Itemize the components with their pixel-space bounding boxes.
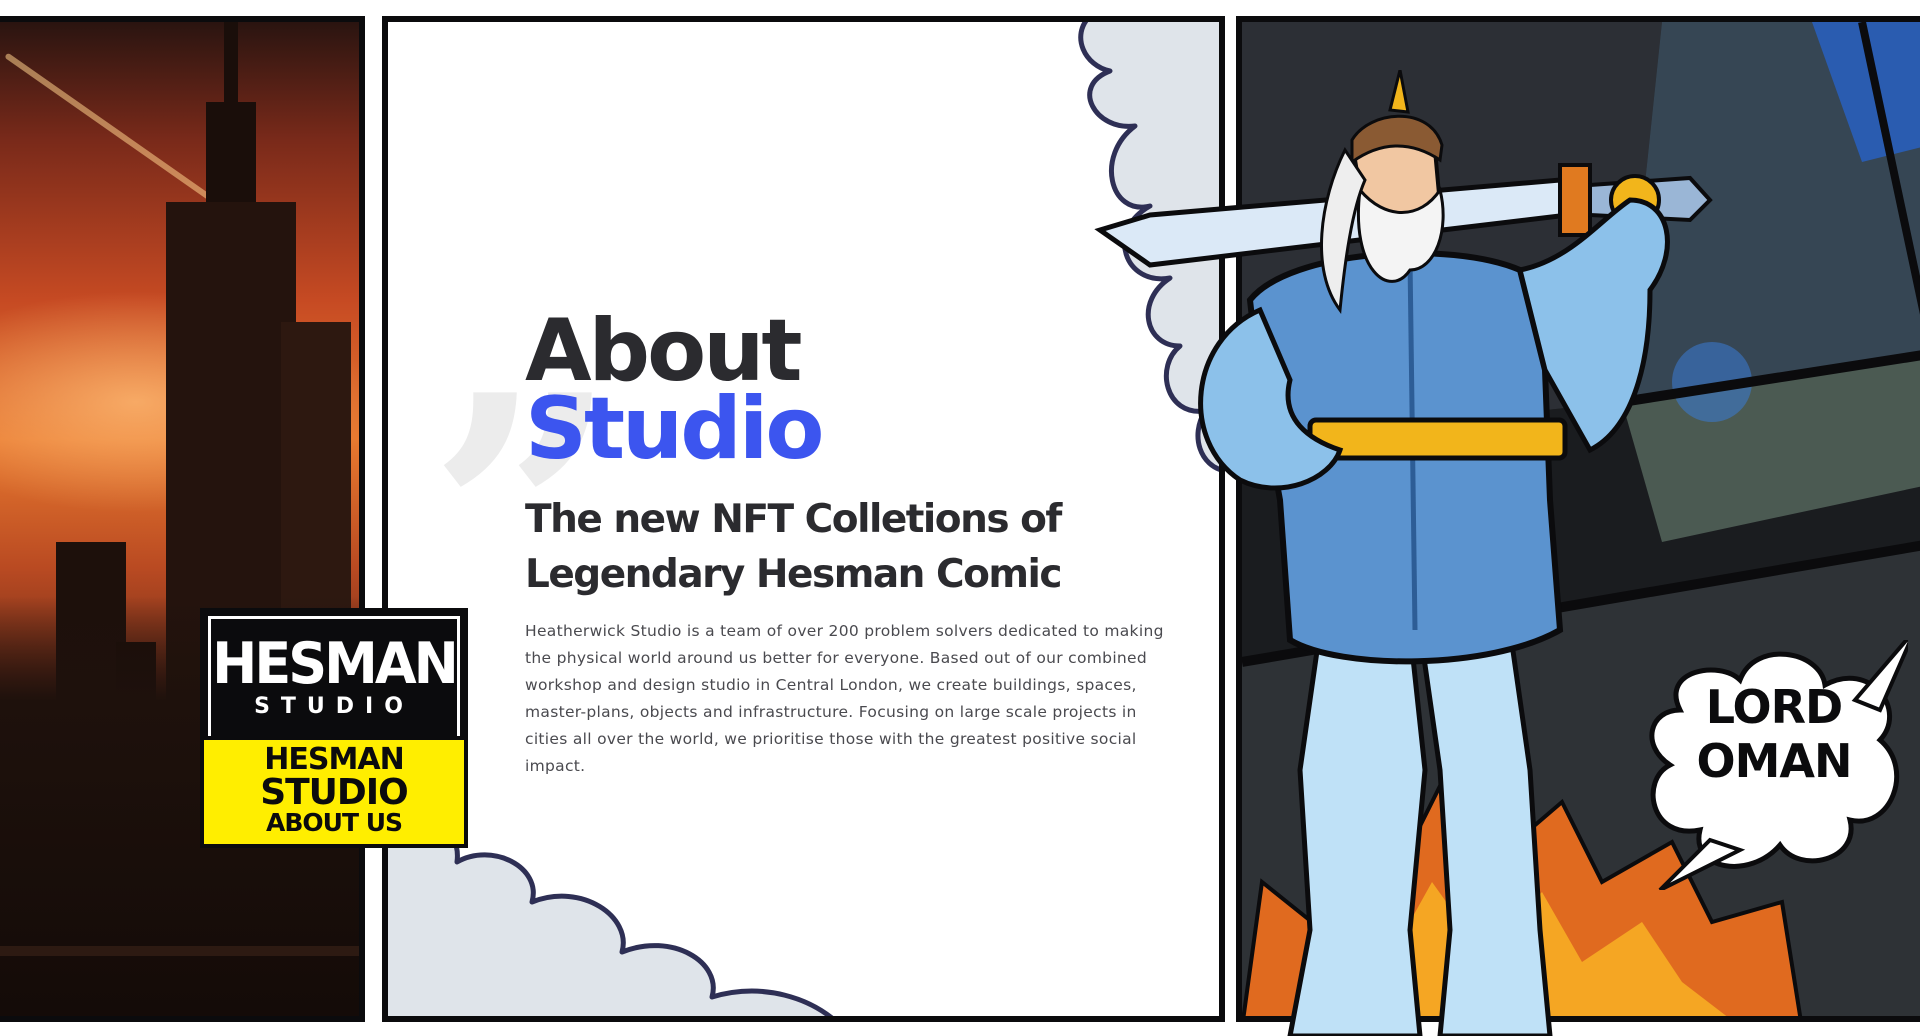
- badge-line2: STUDIO: [260, 772, 409, 813]
- speech-line2: OMAN: [1696, 734, 1853, 788]
- walkway: [0, 946, 359, 956]
- about-subtitle: The new NFT Colletions of Legendary Hesm…: [525, 497, 1063, 597]
- logo-wordmark: HESMAN: [212, 630, 459, 697]
- speech-bubble: LORD OMAN: [1640, 640, 1908, 890]
- studio-logo-badge: HESMAN STUDIO HESMAN STUDIO ABOUT US: [200, 608, 468, 848]
- logo-dark-block: HESMAN STUDIO: [208, 616, 460, 740]
- about-title: About Studio: [525, 308, 824, 479]
- hero-character-illustration: [1094, 70, 1713, 1036]
- badge-line3: ABOUT US: [265, 808, 403, 837]
- about-description: Heatherwick Studio is a team of over 200…: [525, 622, 1164, 775]
- city-illustration-panel: [0, 16, 365, 1022]
- speech-text: LORD OMAN: [1640, 680, 1908, 788]
- logo-subword: STUDIO: [254, 694, 414, 719]
- logo-yellow-block: HESMAN STUDIO ABOUT US: [204, 736, 464, 844]
- spire-tip: [224, 22, 238, 142]
- speech-line1: LORD: [1705, 680, 1843, 734]
- about-title-line2: Studio: [525, 379, 824, 479]
